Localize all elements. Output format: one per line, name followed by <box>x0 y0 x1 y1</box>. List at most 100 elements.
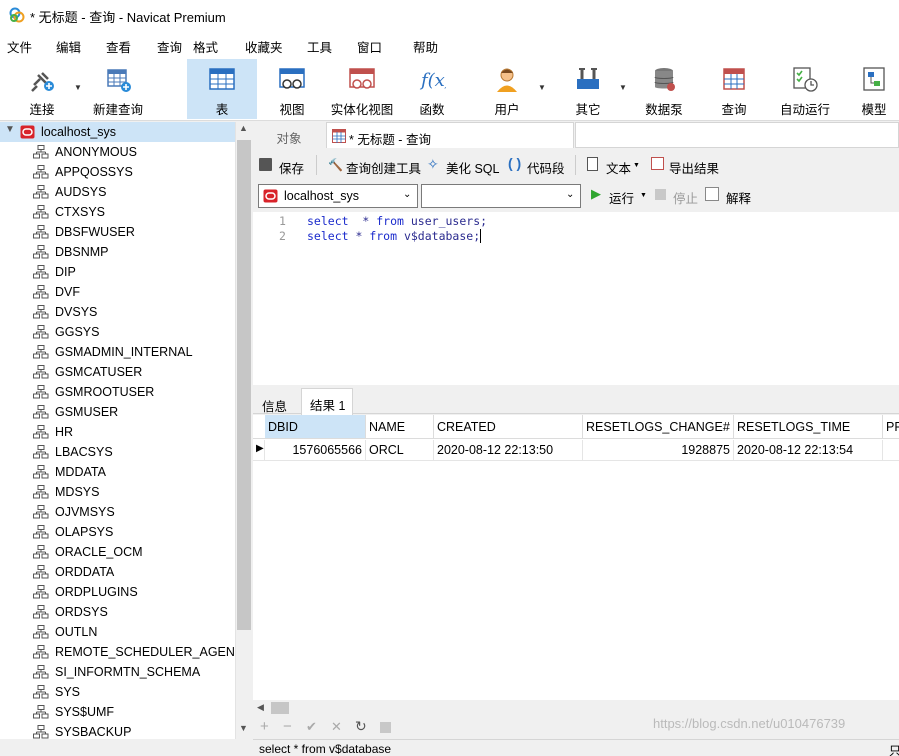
column-header-created[interactable]: CREATED <box>434 415 583 439</box>
menu-edit[interactable]: 编辑 <box>56 37 81 56</box>
auto-run-button[interactable]: 自动运行 <box>776 59 834 119</box>
table-cell[interactable]: 1928875 <box>583 440 734 461</box>
save-button[interactable]: 保存 <box>279 158 304 177</box>
export-results-button[interactable]: 导出结果 <box>669 158 719 177</box>
menu-view[interactable]: 查看 <box>106 37 131 56</box>
tree-schema-item[interactable]: OUTLN <box>0 622 235 642</box>
table-cell[interactable]: ORCL <box>366 440 434 461</box>
column-header-resetlogs-change[interactable]: RESETLOGS_CHANGE# <box>583 415 734 439</box>
tree-schema-item[interactable]: ORDPLUGINS <box>0 582 235 602</box>
stop-icon[interactable] <box>380 722 391 733</box>
schema-select[interactable]: ⌄ <box>421 184 581 208</box>
menu-file[interactable]: 文件 <box>7 37 32 56</box>
query-builder-button[interactable]: 查询创建工具 <box>346 158 421 177</box>
text-mode-button[interactable]: 文本 <box>606 158 631 177</box>
user-icon <box>497 68 517 92</box>
column-header-name[interactable]: NAME <box>366 415 434 439</box>
connection-select[interactable]: localhost_sys ⌄ <box>258 184 418 208</box>
explain-button[interactable]: 解释 <box>726 188 751 207</box>
tree-schema-item[interactable]: DBSNMP <box>0 242 235 262</box>
column-header-resetlogs-time[interactable]: RESETLOGS_TIME <box>734 415 883 439</box>
tree-schema-item[interactable]: GSMROOTUSER <box>0 382 235 402</box>
run-dropdown-icon[interactable]: ▼ <box>640 192 647 199</box>
tab-query[interactable]: * 无标题 - 查询 <box>326 122 574 148</box>
tree-schema-item[interactable]: APPQOSSYS <box>0 162 235 182</box>
scrollbar-thumb[interactable] <box>237 140 251 630</box>
scroll-down-icon[interactable]: ▼ <box>239 723 248 733</box>
model-button[interactable]: 模型 <box>852 59 896 119</box>
connect-button[interactable]: 连接 <box>14 59 70 119</box>
tree-connection-localhost-sys[interactable]: ▼ localhost_sys <box>0 122 235 142</box>
tree-schema-item[interactable]: ORDSYS <box>0 602 235 622</box>
column-header-dbid[interactable]: DBID <box>265 415 366 439</box>
beautify-sql-button[interactable]: 美化 SQL <box>446 158 500 177</box>
code-snippet-button[interactable]: 代码段 <box>527 158 565 177</box>
table-cell[interactable]: 1576065566 <box>265 440 366 461</box>
menu-format[interactable]: 格式 <box>193 37 218 56</box>
table-button[interactable]: 表 <box>187 59 257 119</box>
materialized-view-button[interactable]: 实体化视图 <box>328 59 396 119</box>
tree-schema-item[interactable]: ORDDATA <box>0 562 235 582</box>
tab-result-1[interactable]: 结果 1 <box>301 388 353 415</box>
column-header-pr[interactable]: PR <box>883 415 899 439</box>
other-button[interactable]: 其它 <box>562 59 614 119</box>
menu-help[interactable]: 帮助 <box>413 37 438 56</box>
menu-favorites[interactable]: 收藏夹 <box>245 37 283 56</box>
menu-tools[interactable]: 工具 <box>307 37 332 56</box>
query-button[interactable]: 查询 <box>708 59 760 119</box>
tree-schema-item[interactable]: DBSFWUSER <box>0 222 235 242</box>
discard-icon[interactable]: ✕ <box>331 719 342 735</box>
collapse-icon[interactable]: ▼ <box>5 124 15 135</box>
tree-schema-item[interactable]: ORACLE_OCM <box>0 542 235 562</box>
tree-schema-item[interactable]: MDDATA <box>0 462 235 482</box>
tree-schema-item[interactable]: SI_INFORMTN_SCHEMA <box>0 662 235 682</box>
user-dropdown-icon[interactable]: ▼ <box>538 83 546 92</box>
tab-info[interactable]: 信息 <box>256 391 298 414</box>
tree-schema-item[interactable]: GSMADMIN_INTERNAL <box>0 342 235 362</box>
new-query-button[interactable]: 新建查询 <box>88 59 148 119</box>
menu-query[interactable]: 查询 <box>157 37 182 56</box>
scroll-left-icon[interactable]: ◀ <box>257 702 264 713</box>
refresh-icon[interactable]: ↻ <box>355 718 367 735</box>
table-cell[interactable] <box>883 440 899 461</box>
tree-schema-item[interactable]: SYS$UMF <box>0 702 235 722</box>
text-dropdown-icon[interactable]: ▼ <box>633 162 640 169</box>
tree-schema-item[interactable]: OLAPSYS <box>0 522 235 542</box>
tree-schema-item[interactable]: GGSYS <box>0 322 235 342</box>
sql-editor[interactable]: 1 2 select * from user_users; select * f… <box>253 212 899 385</box>
tree-schema-item[interactable]: SYS <box>0 682 235 702</box>
tree-schema-item[interactable]: GSMUSER <box>0 402 235 422</box>
tree-schema-item[interactable]: HR <box>0 422 235 442</box>
tree-schema-item[interactable]: OJVMSYS <box>0 502 235 522</box>
tree-schema-item[interactable]: DVSYS <box>0 302 235 322</box>
tree-schema-item[interactable]: DIP <box>0 262 235 282</box>
connect-dropdown-icon[interactable]: ▼ <box>74 83 82 92</box>
other-dropdown-icon[interactable]: ▼ <box>619 83 627 92</box>
sidebar-scrollbar[interactable]: ▲ ▼ <box>235 122 252 739</box>
run-button[interactable]: 运行 <box>609 188 634 207</box>
table-cell[interactable]: 2020-08-12 22:13:50 <box>434 440 583 461</box>
tree-schema-item[interactable]: DVF <box>0 282 235 302</box>
stop-button[interactable]: 停止 <box>673 188 698 207</box>
user-button[interactable]: 用户 <box>482 59 532 119</box>
tree-schema-item[interactable]: ANONYMOUS <box>0 142 235 162</box>
tree-schema-item[interactable]: LBACSYS <box>0 442 235 462</box>
scrollbar-thumb[interactable] <box>271 702 289 714</box>
add-record-icon[interactable]: + <box>260 718 269 735</box>
data-pump-button[interactable]: 数据泵 <box>640 59 688 119</box>
tree-schema-item[interactable]: REMOTE_SCHEDULER_AGENT <box>0 642 235 662</box>
scroll-up-icon[interactable]: ▲ <box>239 123 248 133</box>
tree-schema-item[interactable]: MDSYS <box>0 482 235 502</box>
delete-record-icon[interactable]: − <box>283 718 292 735</box>
function-button[interactable]: f(x) 函数 <box>404 59 460 119</box>
apply-icon[interactable]: ✔ <box>306 719 317 735</box>
tree-schema-item[interactable]: SYSBACKUP <box>0 722 235 739</box>
tree-schema-item[interactable]: AUDSYS <box>0 182 235 202</box>
grid-horizontal-scrollbar[interactable]: ◀ <box>253 700 899 716</box>
view-button[interactable]: 视图 <box>262 59 322 119</box>
tab-objects[interactable]: 对象 <box>253 122 325 148</box>
tree-schema-item[interactable]: GSMCATUSER <box>0 362 235 382</box>
table-cell[interactable]: 2020-08-12 22:13:54 <box>734 440 883 461</box>
menu-window[interactable]: 窗口 <box>357 37 382 56</box>
tree-schema-item[interactable]: CTXSYS <box>0 202 235 222</box>
